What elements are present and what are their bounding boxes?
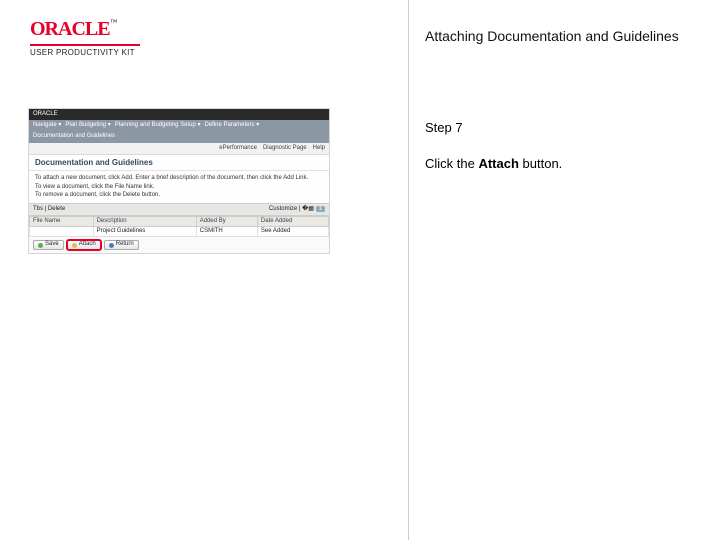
return-button[interactable]: Return xyxy=(104,240,139,249)
app-button-row: Save Attach Return xyxy=(29,237,329,252)
help-line-0: To attach a new document, click Add. Ent… xyxy=(35,175,323,182)
crumb-4[interactable]: Documentation and Guidelines xyxy=(33,133,115,140)
instruction-text: Click the Attach button. xyxy=(425,156,562,171)
app-page-title: Documentation and Guidelines xyxy=(29,155,329,172)
cell-file[interactable] xyxy=(30,227,94,237)
cell-by: CSMITH xyxy=(196,227,257,237)
save-icon xyxy=(38,243,43,248)
embedded-screenshot: ORACLE Navigate ▾ Plan Budgeting ▾ Plann… xyxy=(28,108,330,254)
col-file[interactable]: File Name xyxy=(30,217,94,227)
column-divider xyxy=(408,0,409,540)
col-date[interactable]: Date Added xyxy=(257,217,328,227)
brand-subtitle: USER PRODUCTIVITY KIT xyxy=(30,48,140,57)
save-button[interactable]: Save xyxy=(33,240,64,249)
oracle-logo: ORACLE xyxy=(30,18,110,40)
instruction-pre: Click the xyxy=(425,156,478,171)
tbs-customize[interactable]: Customize | �▦ 1 xyxy=(269,206,325,213)
help-line-1: To view a document, click the File Name … xyxy=(35,184,323,191)
app-menubar: Navigate ▾ Plan Budgeting ▾ Planning and… xyxy=(29,120,329,142)
app-help-text: To attach a new document, click Add. Ent… xyxy=(29,171,329,203)
cell-date: See Added xyxy=(257,227,328,237)
return-icon xyxy=(109,243,114,248)
col-by[interactable]: Added By xyxy=(196,217,257,227)
page-title: Attaching Documentation and Guidelines xyxy=(425,28,679,44)
instruction-post: button. xyxy=(519,156,562,171)
paging-badge: 1 xyxy=(316,206,325,212)
help-line-2: To remove a document, click the Delete b… xyxy=(35,192,323,199)
util-eperf[interactable]: ePerformance xyxy=(219,145,257,152)
app-util-links: ePerformance Diagnostic Page Help xyxy=(29,143,329,155)
brand-block: ORACLE™ USER PRODUCTIVITY KIT xyxy=(30,18,140,57)
step-label: Step 7 xyxy=(425,120,463,135)
app-topbar: ORACLE xyxy=(29,109,329,120)
trademark: ™ xyxy=(110,18,118,27)
cell-desc: Project Guidelines xyxy=(93,227,196,237)
util-diag[interactable]: Diagnostic Page xyxy=(263,145,307,152)
attach-icon xyxy=(72,243,77,248)
table-row: Project Guidelines CSMITH See Added xyxy=(30,227,329,237)
table-toolbar: Tbs | Delete Customize | �▦ 1 xyxy=(29,203,329,216)
crumb-2[interactable]: Planning and Budgeting Setup ▾ xyxy=(115,122,201,129)
crumb-3[interactable]: Define Parameters ▾ xyxy=(205,122,260,129)
util-help[interactable]: Help xyxy=(313,145,325,152)
attach-button[interactable]: Attach xyxy=(67,240,101,249)
instruction-target: Attach xyxy=(478,156,518,171)
tbs-label[interactable]: Tbs | Delete xyxy=(33,206,65,213)
col-desc[interactable]: Description xyxy=(93,217,196,227)
crumb-0[interactable]: Navigate ▾ xyxy=(33,122,61,129)
brand-rule xyxy=(30,44,140,46)
crumb-1[interactable]: Plan Budgeting ▾ xyxy=(65,122,110,129)
documents-table: File Name Description Added By Date Adde… xyxy=(29,216,329,237)
